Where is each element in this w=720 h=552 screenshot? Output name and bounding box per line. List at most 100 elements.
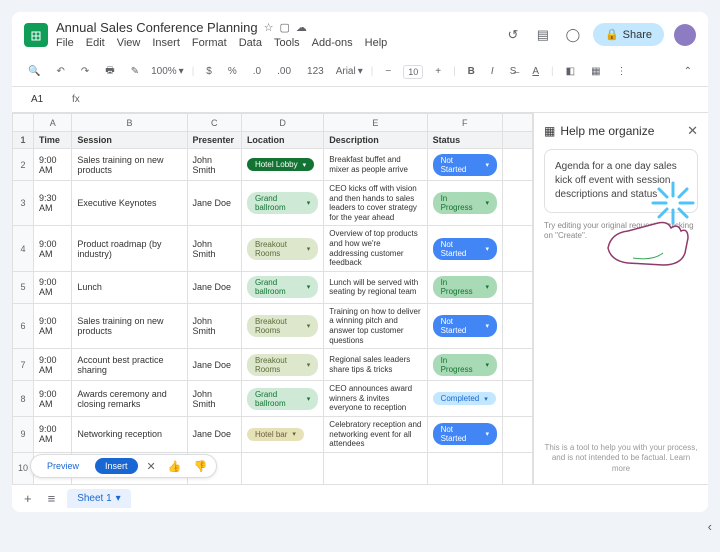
- cell-description[interactable]: Overview of top products and how we're a…: [324, 226, 427, 271]
- status-chip[interactable]: In Progress: [433, 192, 497, 214]
- close-icon[interactable]: ✕: [687, 123, 698, 139]
- location-chip[interactable]: Grand ballroom: [247, 276, 318, 298]
- strike-icon[interactable]: S̶: [506, 64, 521, 79]
- col-header[interactable]: E: [324, 114, 427, 132]
- currency-icon[interactable]: $: [202, 64, 216, 79]
- cell-session[interactable]: Sales training on new products: [72, 149, 187, 181]
- row-header[interactable]: 4: [13, 226, 34, 271]
- redo-icon[interactable]: ↷: [77, 64, 93, 79]
- location-chip[interactable]: Hotel bar: [247, 428, 304, 441]
- search-icon[interactable]: 🔍: [24, 64, 44, 79]
- collapse-icon[interactable]: ⌃: [680, 64, 696, 79]
- cell-description[interactable]: Lunch will be served with seating by reg…: [324, 271, 427, 303]
- cell-description[interactable]: Regional sales leaders share tips & tric…: [324, 349, 427, 381]
- cell-location[interactable]: Breakout Rooms: [241, 303, 323, 348]
- col-header[interactable]: B: [72, 114, 187, 132]
- col-header[interactable]: C: [187, 114, 241, 132]
- row-header[interactable]: 9: [13, 416, 34, 452]
- bold-icon[interactable]: B: [464, 64, 479, 79]
- status-chip[interactable]: Not Started: [433, 315, 497, 337]
- corner[interactable]: [13, 114, 34, 132]
- textcolor-icon[interactable]: A: [528, 64, 543, 79]
- status-chip[interactable]: Not Started: [433, 154, 497, 176]
- share-button[interactable]: 🔒Share: [593, 23, 664, 46]
- status-chip[interactable]: Completed: [433, 392, 496, 405]
- cell-presenter[interactable]: John Smith: [187, 303, 241, 348]
- cell-time[interactable]: 9:00 AM: [34, 303, 72, 348]
- font-select[interactable]: Arial ▾: [336, 66, 363, 77]
- history-icon[interactable]: ↺: [503, 25, 523, 45]
- fontsize-dec[interactable]: −: [381, 64, 395, 79]
- star-icon[interactable]: ☆: [264, 21, 274, 34]
- cell-status[interactable]: Not Started: [427, 416, 502, 452]
- cell-session[interactable]: Product roadmap (by industry): [72, 226, 187, 271]
- meet-icon[interactable]: ◯: [563, 25, 583, 45]
- close-icon[interactable]: ✕: [144, 460, 159, 473]
- cell-location[interactable]: Breakout Rooms: [241, 226, 323, 271]
- cell-time[interactable]: 9:30 AM: [34, 181, 72, 226]
- status-chip[interactable]: In Progress: [433, 354, 497, 376]
- cell-session[interactable]: Lunch: [72, 271, 187, 303]
- header-cell[interactable]: Presenter: [187, 132, 241, 149]
- menu-tools[interactable]: Tools: [274, 37, 300, 49]
- cell-session[interactable]: Account best practice sharing: [72, 349, 187, 381]
- location-chip[interactable]: Breakout Rooms: [247, 354, 318, 376]
- menu-edit[interactable]: Edit: [86, 37, 105, 49]
- add-sheet-icon[interactable]: +: [20, 489, 36, 508]
- cell-presenter[interactable]: John Smith: [187, 226, 241, 271]
- cell-status[interactable]: In Progress: [427, 271, 502, 303]
- thumbs-down-icon[interactable]: 👎: [190, 460, 210, 473]
- header-cell[interactable]: Location: [241, 132, 323, 149]
- more-icon[interactable]: ⋮: [613, 64, 631, 79]
- cell-presenter[interactable]: Jane Doe: [187, 416, 241, 452]
- prompt-box[interactable]: Agenda for a one day sales kick off even…: [544, 149, 698, 213]
- insert-button[interactable]: Insert: [95, 458, 138, 474]
- col-header[interactable]: A: [34, 114, 72, 132]
- cell-status[interactable]: Completed: [427, 381, 502, 417]
- location-chip[interactable]: Hotel Lobby: [247, 158, 314, 171]
- cell-location[interactable]: Grand ballroom: [241, 181, 323, 226]
- menu-data[interactable]: Data: [239, 37, 262, 49]
- decimal-dec-icon[interactable]: .0: [249, 64, 265, 79]
- row-header[interactable]: 3: [13, 181, 34, 226]
- fill-icon[interactable]: ◧: [562, 64, 579, 79]
- header-cell[interactable]: Description: [324, 132, 427, 149]
- name-box[interactable]: A1: [24, 91, 64, 108]
- header-cell[interactable]: Time: [34, 132, 72, 149]
- preview-button[interactable]: Preview: [37, 458, 89, 474]
- menu-file[interactable]: File: [56, 37, 74, 49]
- fontsize-inc[interactable]: +: [431, 64, 445, 79]
- menu-format[interactable]: Format: [192, 37, 227, 49]
- menu-help[interactable]: Help: [365, 37, 388, 49]
- cell-time[interactable]: 9:00 AM: [34, 149, 72, 181]
- fontsize-input[interactable]: 10: [403, 65, 423, 79]
- percent-icon[interactable]: %: [224, 64, 241, 79]
- row-header[interactable]: 2: [13, 149, 34, 181]
- zoom-select[interactable]: 100% ▾: [151, 66, 184, 77]
- cell-description[interactable]: CEO kicks off with vision and then hands…: [324, 181, 427, 226]
- cell-session[interactable]: Sales training on new products: [72, 303, 187, 348]
- cell-session[interactable]: Executive Keynotes: [72, 181, 187, 226]
- cell-presenter[interactable]: John Smith: [187, 381, 241, 417]
- cell-presenter[interactable]: John Smith: [187, 149, 241, 181]
- cloud-icon[interactable]: ☁: [296, 21, 307, 34]
- location-chip[interactable]: Breakout Rooms: [247, 315, 318, 337]
- cell-time[interactable]: 9:00 AM: [34, 271, 72, 303]
- cell-presenter[interactable]: Jane Doe: [187, 349, 241, 381]
- cell-session[interactable]: Networking reception: [72, 416, 187, 452]
- cell-time[interactable]: 9:00 AM: [34, 226, 72, 271]
- cell-presenter[interactable]: Jane Doe: [187, 181, 241, 226]
- document-title[interactable]: Annual Sales Conference Planning: [56, 20, 258, 35]
- undo-icon[interactable]: ↶: [52, 64, 68, 79]
- col-header[interactable]: D: [241, 114, 323, 132]
- decimal-inc-icon[interactable]: .00: [273, 64, 295, 79]
- cell-status[interactable]: In Progress: [427, 349, 502, 381]
- location-chip[interactable]: Breakout Rooms: [247, 238, 318, 260]
- status-chip[interactable]: In Progress: [433, 276, 497, 298]
- cell-location[interactable]: Hotel bar: [241, 416, 323, 452]
- cell-time[interactable]: 9:00 AM: [34, 416, 72, 452]
- status-chip[interactable]: Not Started: [433, 423, 497, 445]
- borders-icon[interactable]: ▦: [587, 64, 604, 79]
- format-123[interactable]: 123: [303, 64, 328, 79]
- cell-location[interactable]: Hotel Lobby: [241, 149, 323, 181]
